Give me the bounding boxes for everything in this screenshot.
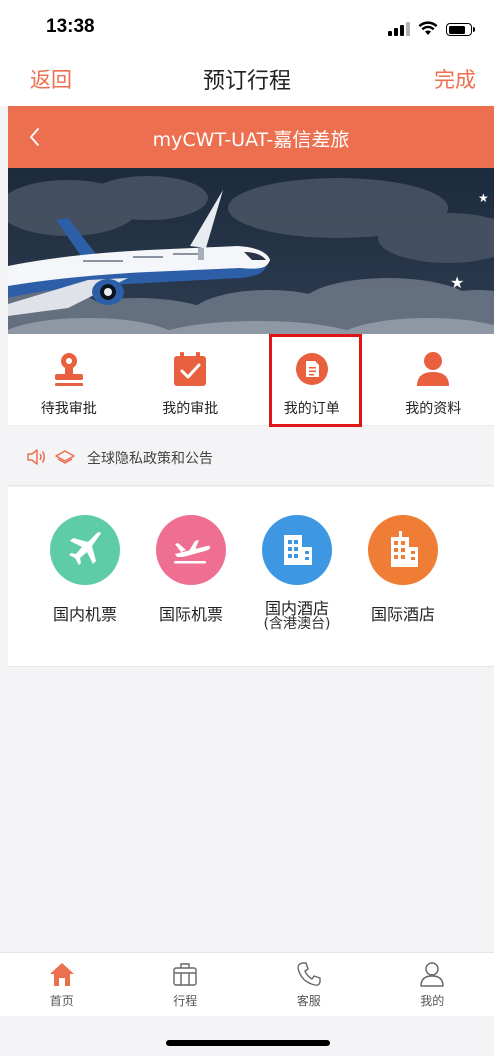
service-domestic-hotel[interactable]: 国内酒店 (含港澳台) — [247, 515, 347, 631]
service-international-hotel[interactable]: 国际酒店 — [353, 515, 453, 625]
quick-action-label: 我的审批 — [162, 401, 219, 417]
tab-label: 我的 — [420, 994, 445, 1008]
service-label: 国内机票 — [52, 605, 117, 624]
service-label: 国际机票 — [158, 605, 223, 624]
status-bar: 13:38 — [0, 0, 494, 52]
service-sublabel: (含港澳台) — [263, 616, 331, 632]
quick-action-my-approval[interactable]: 我的审批 — [130, 334, 252, 425]
layers-icon — [55, 450, 75, 464]
done-button[interactable]: 完成 — [434, 64, 476, 94]
tab-label: 行程 — [173, 994, 198, 1008]
plane-departure-icon — [156, 515, 226, 585]
notice-text: 全球隐私政策和公告 — [87, 451, 213, 467]
service-domestic-flight[interactable]: 国内机票 — [35, 515, 135, 625]
home-indicator[interactable] — [166, 1040, 330, 1046]
status-time: 13:38 — [46, 16, 95, 37]
home-icon — [49, 963, 74, 986]
phone-icon — [297, 962, 321, 986]
battery-icon — [446, 23, 475, 36]
luggage-icon — [173, 963, 197, 986]
banner-image: ★ ★ — [8, 168, 494, 334]
calendar-check-icon — [174, 352, 207, 386]
tab-trips[interactable]: 行程 — [124, 953, 248, 1016]
page-title: 预订行程 — [202, 69, 291, 94]
tab-bar: 首页 行程 客服 我的 — [0, 952, 494, 1016]
quick-action-label: 待我审批 — [40, 401, 97, 417]
svg-text:★: ★ — [478, 191, 489, 205]
service-international-flight[interactable]: 国际机票 — [141, 515, 241, 625]
service-panel: 国内机票 国际机票 国内酒店 (含港澳台) 国际酒店 — [8, 487, 494, 667]
person-icon — [417, 352, 450, 386]
stamp-icon — [54, 353, 83, 386]
app-header: myCWT-UAT-嘉信差旅 — [8, 106, 494, 168]
building-icon — [262, 515, 332, 585]
tab-home[interactable]: 首页 — [0, 953, 124, 1016]
notice-bar[interactable]: 全球隐私政策和公告 — [8, 428, 494, 486]
quick-action-pending-approval[interactable]: 待我审批 — [8, 334, 130, 425]
quick-action-label: 我的资料 — [405, 401, 462, 417]
svg-text:★: ★ — [450, 273, 464, 292]
nav-bar: 返回 预订行程 完成 — [0, 52, 494, 106]
home-area — [0, 1016, 494, 1056]
service-label: 国际酒店 — [370, 605, 435, 624]
tab-service[interactable]: 客服 — [247, 953, 371, 1016]
hotel-icon — [368, 515, 438, 585]
wifi-icon — [418, 21, 438, 35]
tab-mine[interactable]: 我的 — [371, 953, 494, 1016]
plane-icon — [50, 515, 120, 585]
airplane-illustration: ★ ★ — [8, 168, 494, 334]
tab-label: 首页 — [49, 994, 74, 1008]
app-title: myCWT-UAT-嘉信差旅 — [152, 129, 350, 151]
speaker-icon — [27, 449, 45, 465]
signal-icon — [388, 22, 410, 36]
quick-actions: 待我审批 我的审批 我的订单 我的资料 — [8, 334, 494, 426]
service-label: 国内酒店 — [264, 599, 329, 618]
quick-action-my-profile[interactable]: 我的资料 — [373, 334, 494, 425]
tab-label: 客服 — [296, 994, 321, 1008]
status-icons — [388, 20, 475, 36]
highlight-box — [269, 334, 362, 427]
user-icon — [420, 962, 444, 987]
